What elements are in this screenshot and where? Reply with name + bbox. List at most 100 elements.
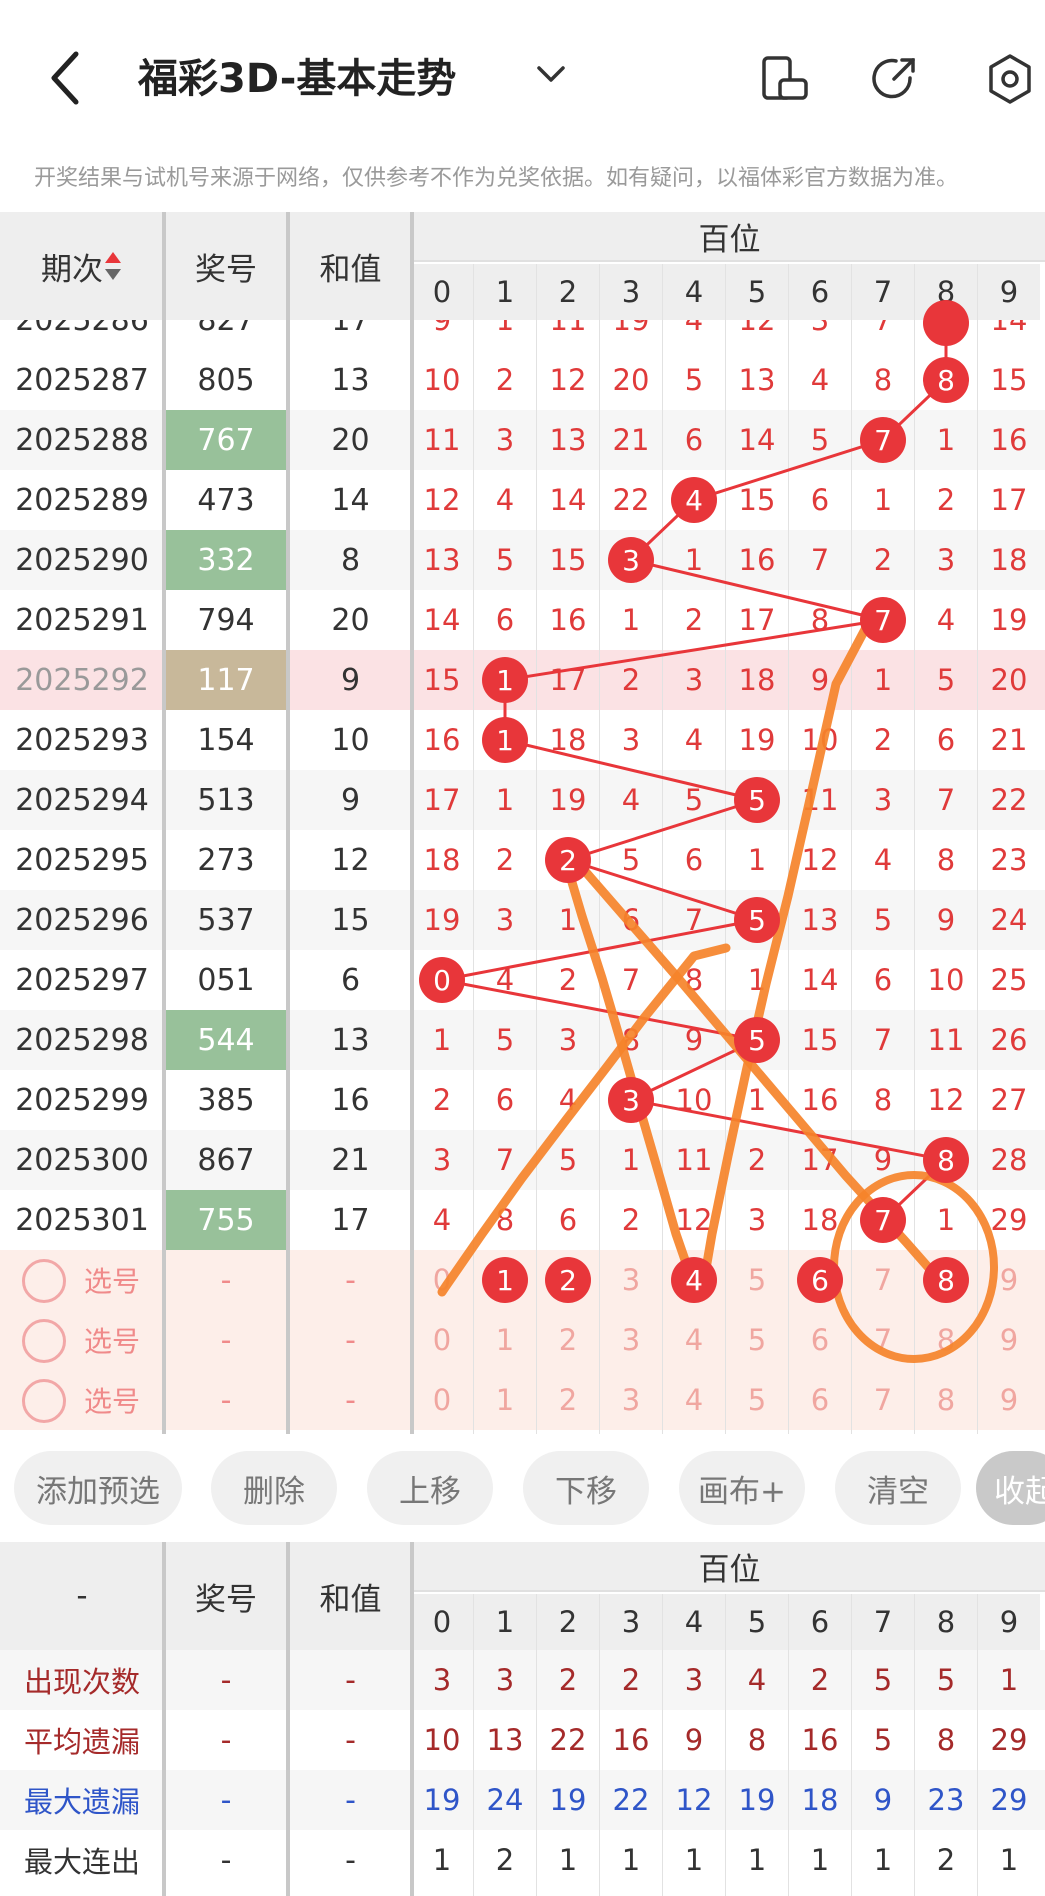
stats-header-number: 奖号 xyxy=(166,1542,286,1650)
stats-value: 2 xyxy=(936,1843,956,1877)
stats-row: 最大连出 - - 1 2 1 1 1 1 1 1 2 1 xyxy=(0,1830,1045,1890)
stats-value: 1 xyxy=(621,1843,641,1877)
hit-ball: 8 xyxy=(923,1137,969,1183)
stats-header-first: - xyxy=(0,1542,164,1650)
grid-line xyxy=(599,1594,600,1896)
hit-ball: 1 xyxy=(482,717,528,763)
stats-label: 出现次数 xyxy=(23,1665,140,1699)
stats-digit-header: 7 xyxy=(852,1594,914,1650)
pick-ball[interactable]: 6 xyxy=(797,1257,843,1303)
stats-number: - xyxy=(220,1662,232,1698)
stats-value: 1 xyxy=(810,1843,830,1877)
stats-value: 16 xyxy=(801,1723,839,1757)
toolbar-button[interactable]: 画布+ xyxy=(679,1451,805,1525)
divider xyxy=(410,1542,414,1896)
hit-ball: 7 xyxy=(860,1197,906,1243)
grid-line xyxy=(977,1594,978,1896)
stats-value: 3 xyxy=(495,1663,515,1697)
stats-row: 平均遗漏 - - 10 13 22 16 9 8 16 5 8 29 xyxy=(0,1710,1045,1770)
stats-digit-header: 4 xyxy=(663,1594,725,1650)
stats-label: 平均遗漏 xyxy=(23,1725,140,1759)
stats-value: 1 xyxy=(684,1843,704,1877)
stats-value: 22 xyxy=(612,1783,650,1817)
stats-value: 19 xyxy=(423,1783,461,1817)
drawn-stroke xyxy=(437,943,731,1297)
stats-value: 2 xyxy=(810,1663,830,1697)
stats-label: 最大连出 xyxy=(23,1845,140,1879)
stats-value: 3 xyxy=(684,1663,704,1697)
toolbar-button[interactable]: 收起 xyxy=(976,1451,1045,1525)
stats-digit-header: 5 xyxy=(726,1594,788,1650)
grid-line xyxy=(536,1594,537,1896)
stats-value: 2 xyxy=(558,1663,578,1697)
stats-header-group: 百位 xyxy=(414,1542,1045,1592)
stats-value: 19 xyxy=(549,1783,587,1817)
hit-ball: 8 xyxy=(923,357,969,403)
hit-ball: 2 xyxy=(545,837,591,883)
grid-line xyxy=(725,1594,726,1896)
stats-value: 1 xyxy=(873,1843,893,1877)
hit-ball: 5 xyxy=(734,777,780,823)
stats-value: 9 xyxy=(684,1723,704,1757)
hit-ball: 1 xyxy=(482,657,528,703)
pick-ball[interactable]: 8 xyxy=(923,1257,969,1303)
toolbar-button[interactable]: 下移 xyxy=(523,1451,649,1525)
stats-value: 12 xyxy=(675,1783,713,1817)
stats-digit-header: 9 xyxy=(978,1594,1040,1650)
divider xyxy=(286,1542,290,1896)
stats-sum: - xyxy=(345,1722,356,1758)
stats-digit-header: 8 xyxy=(915,1594,977,1650)
stats-value: 24 xyxy=(486,1783,524,1817)
stats-value: 2 xyxy=(495,1843,515,1877)
hit-ball: 3 xyxy=(608,1077,654,1123)
grid-line xyxy=(473,1594,474,1896)
hit-ball: 5 xyxy=(734,897,780,943)
stats-digit-header: 6 xyxy=(789,1594,851,1650)
grid-line xyxy=(662,1594,663,1896)
stats-value: 5 xyxy=(873,1723,893,1757)
stats-value: 3 xyxy=(432,1663,452,1697)
toolbar-button[interactable]: 清空 xyxy=(835,1451,961,1525)
divider xyxy=(410,212,414,1434)
pick-ball[interactable]: 1 xyxy=(482,1257,528,1303)
stats-value: 29 xyxy=(990,1723,1028,1757)
stats-value: 1 xyxy=(558,1843,578,1877)
stats-value: 1 xyxy=(432,1843,452,1877)
stats-digit-header: 1 xyxy=(474,1594,536,1650)
toolbar-button[interactable]: 上移 xyxy=(367,1451,493,1525)
stats-digit-header: 0 xyxy=(411,1594,473,1650)
stats-value: 1 xyxy=(999,1663,1019,1697)
hit-ball: 7 xyxy=(860,417,906,463)
stats-sum: - xyxy=(345,1842,356,1878)
divider xyxy=(286,212,290,1434)
toolbar-button[interactable]: 添加预选 xyxy=(14,1451,182,1525)
stats-value: 5 xyxy=(936,1663,956,1697)
hit-ball: 3 xyxy=(608,537,654,583)
pick-ball[interactable]: 4 xyxy=(671,1257,717,1303)
stats-value: 16 xyxy=(612,1723,650,1757)
stats-digit-header: 2 xyxy=(537,1594,599,1650)
grid-line xyxy=(914,1594,915,1896)
drawn-circle xyxy=(830,1171,998,1363)
pick-ball[interactable]: 2 xyxy=(545,1257,591,1303)
stats-digit-header: 3 xyxy=(600,1594,662,1650)
stats-value: 8 xyxy=(936,1723,956,1757)
toolbar-button[interactable]: 删除 xyxy=(211,1451,337,1525)
grid-line xyxy=(788,1594,789,1896)
stats-sum: - xyxy=(345,1782,356,1818)
hit-ball: 5 xyxy=(734,1017,780,1063)
stats-value: 13 xyxy=(486,1723,524,1757)
hit-ball: 7 xyxy=(860,597,906,643)
stats-row: 出现次数 - - 3 3 2 2 3 4 2 5 5 1 xyxy=(0,1650,1045,1710)
stats-value: 23 xyxy=(927,1783,965,1817)
stats-value: 8 xyxy=(747,1723,767,1757)
stats-value: 22 xyxy=(549,1723,587,1757)
stats-label: 最大遗漏 xyxy=(23,1785,140,1819)
stats-value: 1 xyxy=(747,1843,767,1877)
stats-row: 最大遗漏 - - 19 24 19 22 12 19 18 9 23 29 xyxy=(0,1770,1045,1830)
stats-header-sum: 和值 xyxy=(290,1542,411,1650)
stats-sum: - xyxy=(345,1662,356,1698)
hit-ball: 0 xyxy=(419,957,465,1003)
stats-value: 19 xyxy=(738,1783,776,1817)
stats-number: - xyxy=(220,1722,232,1758)
